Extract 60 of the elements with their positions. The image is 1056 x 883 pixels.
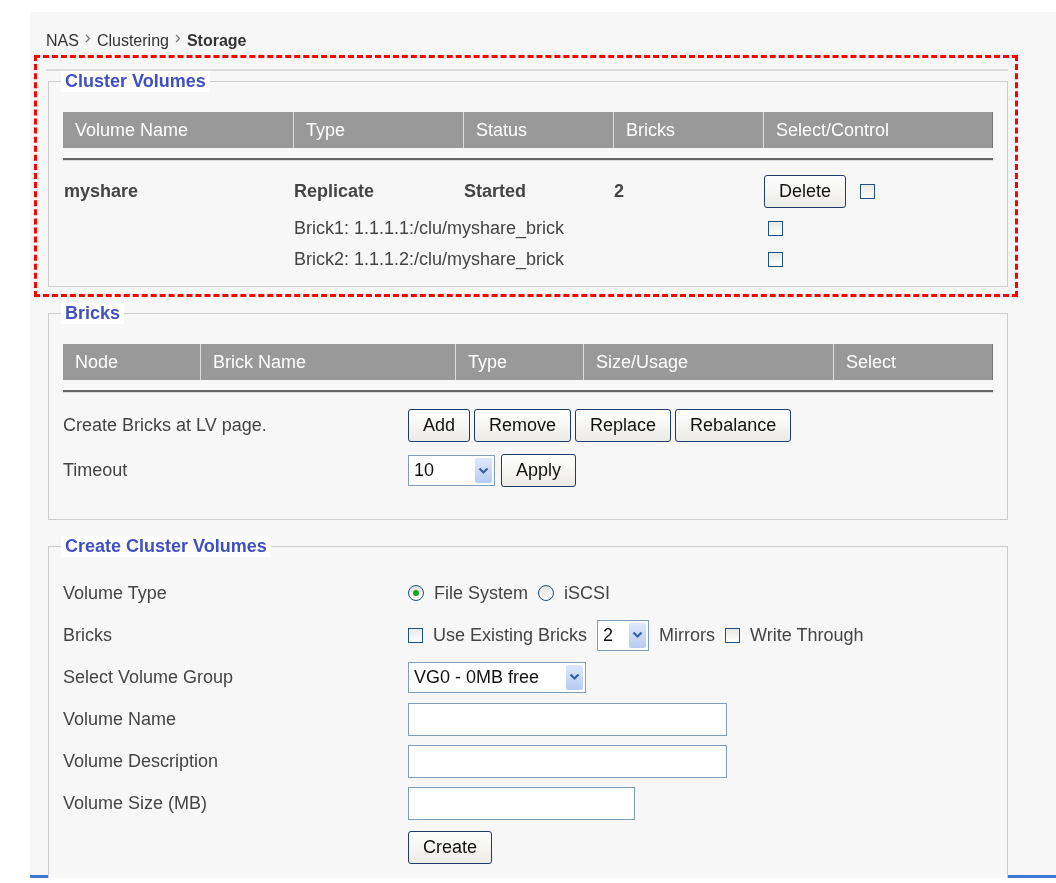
table-cell-text: Brick1: 1.1.1.1:/clu/myshare_brick bbox=[293, 218, 566, 239]
table-cell-text: 2 bbox=[613, 181, 625, 202]
option-label: Use Existing Bricks bbox=[433, 624, 588, 646]
column-header: Node bbox=[74, 350, 120, 374]
field-label: Volume Size (MB) bbox=[63, 792, 209, 814]
dropdown[interactable]: 2 bbox=[597, 619, 650, 651]
input-field[interactable] bbox=[408, 744, 727, 778]
note-text: Create Bricks at LV page. bbox=[63, 415, 268, 436]
field-label: Bricks bbox=[63, 624, 113, 646]
breadcrumb-item: Storage bbox=[186, 32, 247, 50]
column-header: Volume Name bbox=[74, 118, 190, 142]
button[interactable]: Create bbox=[408, 830, 493, 864]
input-field[interactable] bbox=[408, 702, 727, 736]
field-label: Select Volume Group bbox=[63, 666, 235, 688]
column-header: Brick Name bbox=[200, 344, 455, 380]
column-header: Select/Control bbox=[763, 112, 992, 148]
checkbox[interactable] bbox=[725, 627, 741, 643]
input-field[interactable] bbox=[408, 786, 635, 820]
option-label: File System bbox=[434, 582, 529, 604]
section-title: Bricks bbox=[61, 303, 125, 324]
section-title: Create Cluster Volumes bbox=[61, 536, 271, 557]
column-header: Type bbox=[455, 344, 583, 380]
field-label: Timeout bbox=[63, 460, 129, 481]
column-header: Bricks bbox=[613, 112, 763, 148]
field-label: Volume Name bbox=[63, 708, 178, 730]
checkbox[interactable] bbox=[768, 221, 783, 236]
dropdown[interactable]: 10 bbox=[408, 455, 495, 486]
breadcrumb-item[interactable]: NAS bbox=[46, 32, 79, 50]
radio-button[interactable] bbox=[408, 585, 424, 601]
field-label: Volume Type bbox=[63, 582, 168, 604]
button[interactable]: Apply bbox=[501, 454, 577, 487]
table-cell-text: Started bbox=[463, 181, 527, 202]
checkbox[interactable] bbox=[860, 184, 876, 199]
button[interactable]: Remove bbox=[474, 409, 572, 442]
chevron-down-icon bbox=[478, 466, 489, 475]
column-header: Select bbox=[833, 344, 992, 380]
option-label: Write Through bbox=[750, 624, 864, 646]
chevron-down-icon bbox=[632, 631, 644, 639]
table-cell-text: myshare bbox=[63, 181, 140, 202]
button[interactable]: Add bbox=[408, 409, 471, 442]
section-title: Cluster Volumes bbox=[61, 71, 210, 92]
column-header: Size/Usage bbox=[583, 344, 833, 380]
table-cell-text: Brick2: 1.1.1.2:/clu/myshare_brick bbox=[293, 249, 566, 270]
button[interactable]: Delete bbox=[764, 175, 847, 208]
table-cell-text: Replicate bbox=[293, 181, 376, 202]
column-header: Status bbox=[463, 112, 613, 148]
option-label: iSCSI bbox=[564, 582, 611, 604]
field-label: Volume Description bbox=[63, 750, 220, 772]
button[interactable]: Replace bbox=[575, 409, 672, 442]
column-header: Type bbox=[293, 112, 463, 148]
checkbox[interactable] bbox=[408, 627, 423, 643]
option-label: Mirrors bbox=[659, 624, 716, 646]
dropdown[interactable]: VG0 - 0MB free bbox=[408, 661, 586, 693]
breadcrumb-item[interactable]: Clustering bbox=[96, 32, 169, 50]
chevron-down-icon bbox=[569, 673, 580, 681]
chevron-right-icon bbox=[84, 34, 91, 43]
button[interactable]: Rebalance bbox=[675, 409, 792, 442]
checkbox[interactable] bbox=[768, 252, 783, 267]
radio-button[interactable] bbox=[538, 585, 555, 601]
chevron-right-icon bbox=[174, 34, 181, 43]
